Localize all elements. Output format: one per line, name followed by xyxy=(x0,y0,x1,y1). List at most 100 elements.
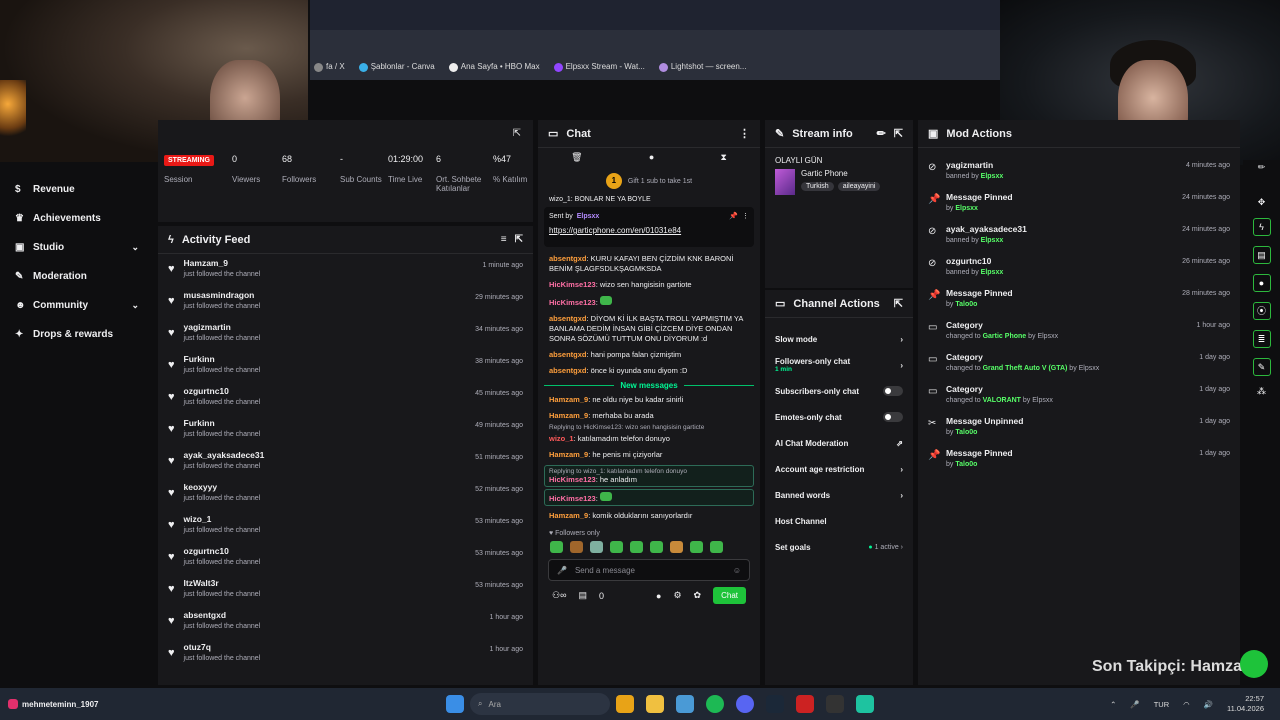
bookmark[interactable]: Ana Sayfa • HBO Max xyxy=(448,62,540,72)
language-indicator[interactable]: TUR xyxy=(1154,700,1169,709)
discord-icon[interactable] xyxy=(736,695,754,713)
activity-item[interactable]: ♥ wizo_1 just followed the channel 53 minut… xyxy=(158,510,533,542)
channel-action-item[interactable]: Slow mode › xyxy=(765,326,913,352)
doc-icon[interactable]: ▤ xyxy=(1252,246,1271,264)
bolt-icon[interactable]: ϟ xyxy=(1252,218,1271,236)
hourglass-icon[interactable]: ⧗ xyxy=(721,152,727,163)
wrench-icon[interactable]: ✎ xyxy=(1252,358,1271,376)
sidebar-item-revenue[interactable]: $ Revenue xyxy=(0,175,155,204)
pin-icon[interactable]: 📌 xyxy=(729,212,738,220)
follower-name[interactable]: otuz7q xyxy=(184,642,261,652)
popout-icon[interactable]: ⇱ xyxy=(515,234,523,245)
gift-banner[interactable]: 1 Gift 1 sub to take 1st xyxy=(538,167,760,195)
add-icon[interactable]: ⁂ xyxy=(1243,386,1280,397)
chrome-icon[interactable] xyxy=(616,695,634,713)
app-icon[interactable] xyxy=(796,695,814,713)
emote-icon[interactable] xyxy=(570,541,583,553)
mod-action-item[interactable]: ▭ Category changed to Grand Theft Auto V (… xyxy=(918,348,1240,380)
edit-icon[interactable]: ✏ xyxy=(1243,162,1280,173)
steam-icon[interactable] xyxy=(766,695,784,713)
mod-action-item[interactable]: 📌 Message Pinned by Talo0o 1 day ago xyxy=(918,444,1240,476)
emote-icon[interactable] xyxy=(670,541,683,553)
chevron-up-icon[interactable]: ⌃ xyxy=(1110,700,1116,709)
chat-send-button[interactable]: Chat xyxy=(713,587,746,604)
filter-icon[interactable]: ≡ xyxy=(501,234,507,245)
popout-icon[interactable]: ⇱ xyxy=(894,127,903,140)
activity-item[interactable]: ♥ keoxyyy just followed the channel 52 minu… xyxy=(158,478,533,510)
follower-name[interactable]: ayak_ayaksadece31 xyxy=(184,450,265,460)
follower-name[interactable]: ozgurtnc10 xyxy=(184,546,261,556)
activity-item[interactable]: ♥ ItzWalt3r just followed the channel 53 mi… xyxy=(158,574,533,606)
broadcast-icon[interactable]: ⦿ xyxy=(1252,302,1271,320)
toggle-switch[interactable] xyxy=(883,386,903,396)
emote-icon[interactable] xyxy=(550,541,563,553)
activity-item[interactable]: ♥ ozgurtnc10 just followed the channel 45 m… xyxy=(158,382,533,414)
toggle-switch[interactable] xyxy=(883,412,903,422)
bookmark[interactable]: Şablonlar - Canva xyxy=(358,62,435,72)
follower-name[interactable]: absentgxd xyxy=(184,610,261,620)
app-icon[interactable] xyxy=(856,695,874,713)
edit-icon[interactable]: ✏ xyxy=(877,127,886,140)
taskbar-search[interactable]: ⌕ Ara xyxy=(470,693,610,715)
wifi-icon[interactable]: ◠ xyxy=(1183,700,1190,709)
channel-action-item[interactable]: Emotes-only chat xyxy=(765,404,913,430)
follower-name[interactable]: ItzWalt3r xyxy=(184,578,261,588)
emote-icon[interactable] xyxy=(710,541,723,553)
reaction-icon[interactable]: ✿ xyxy=(694,590,702,601)
store-icon[interactable]: ▤ xyxy=(578,590,587,601)
mod-action-item[interactable]: ▭ Category changed to VALORANT by Elpsxx 1 … xyxy=(918,380,1240,412)
follower-name[interactable]: yagizmartin xyxy=(184,322,261,332)
channel-action-item[interactable]: Banned words › xyxy=(765,482,913,508)
mic-icon[interactable]: 🎤 xyxy=(1130,700,1139,709)
more-icon[interactable]: ⋮ xyxy=(739,127,750,140)
bookmark[interactable]: fa / X xyxy=(314,62,345,72)
follower-name[interactable]: Hamzam_9 xyxy=(184,258,261,268)
bookmark[interactable]: Elpsxx Stream - Wat... xyxy=(553,62,645,72)
mod-action-item[interactable]: ⊘ ozgurtnc10 banned by Elpsxx 26 minutes ag… xyxy=(918,252,1240,284)
emote-icon[interactable] xyxy=(630,541,643,553)
follower-name[interactable]: keoxyyy xyxy=(184,482,261,492)
folder-icon[interactable] xyxy=(646,695,664,713)
activity-item[interactable]: ♥ otuz7q just followed the channel 1 hour a… xyxy=(158,638,533,670)
sidebar-item-achievements[interactable]: ♛ Achievements xyxy=(0,204,155,233)
mod-action-item[interactable]: 📌 Message Pinned by Talo0o 28 minutes ago xyxy=(918,284,1240,316)
emote-icon[interactable] xyxy=(650,541,663,553)
channel-action-item[interactable]: Host Channel xyxy=(765,508,913,534)
users-icon[interactable]: ⚇∞ xyxy=(552,590,566,601)
chat-input[interactable]: 🎤 Send a message ☺ xyxy=(548,559,750,581)
list-icon[interactable]: ≣ xyxy=(1252,330,1271,348)
activity-item[interactable]: ♥ Hamzam_9 just followed the channel 1 minu… xyxy=(158,254,533,286)
clock[interactable]: 22:57 11.04.2026 xyxy=(1227,694,1264,714)
bubble-icon[interactable]: ● xyxy=(649,152,654,163)
sidebar-item-studio[interactable]: ▣ Studio ⌄ xyxy=(0,233,155,262)
sidebar-item-moderation[interactable]: ✎ Moderation xyxy=(0,262,155,291)
sidebar-item-drops[interactable]: ✦ Drops & rewards xyxy=(0,320,155,349)
volume-icon[interactable]: 🔊 xyxy=(1204,700,1213,709)
channel-action-item[interactable]: AI Chat Moderation ⇗ xyxy=(765,430,913,456)
trash-icon[interactable]: 🗑 xyxy=(571,152,582,163)
channel-action-item[interactable]: Account age restriction › xyxy=(765,456,913,482)
mod-action-item[interactable]: 📌 Message Pinned by Elpsxx 24 minutes ago xyxy=(918,188,1240,220)
windows-start-icon[interactable] xyxy=(446,695,464,713)
follower-name[interactable]: wizo_1 xyxy=(184,514,261,524)
popout-icon[interactable]: ⇱ xyxy=(513,128,521,139)
mod-action-item[interactable]: ▭ Category changed to Gartic Phone by Elps… xyxy=(918,316,1240,348)
activity-item[interactable]: ♥ Furkinn just followed the channel 38 minu… xyxy=(158,350,533,382)
activity-item[interactable]: ♥ ozgurtnc10 just followed the channel 53 m… xyxy=(158,542,533,574)
follower-name[interactable]: Furkinn xyxy=(184,418,261,428)
channel-action-item[interactable]: Set goals ● 1 active › xyxy=(765,534,913,560)
gear-icon[interactable]: ⚙ xyxy=(673,590,681,601)
channel-action-item[interactable]: Subscribers-only chat xyxy=(765,378,913,404)
pinned-link[interactable]: https://garticphone.com/en/01031e84 xyxy=(549,226,749,235)
activity-item[interactable]: ♥ absentgxd just followed the channel 1 hou… xyxy=(158,606,533,638)
activity-item[interactable]: ♥ yagizmartin just followed the channel 34 … xyxy=(158,318,533,350)
popout-icon[interactable]: ⇱ xyxy=(894,297,903,310)
activity-item[interactable]: ♥ musasmindragon just followed the channel… xyxy=(158,286,533,318)
channel-action-item[interactable]: Followers-only chat 1 min › xyxy=(765,352,913,378)
bookmark[interactable]: Lightshot — screen... xyxy=(658,62,746,72)
activity-item[interactable]: ♥ Furkinn just followed the channel 49 minu… xyxy=(158,414,533,446)
mod-action-item[interactable]: ⊘ yagizmartin banned by Elpsxx 4 minutes ag… xyxy=(918,156,1240,188)
tag[interactable]: Turkish xyxy=(801,182,834,191)
bubble-icon[interactable]: ● xyxy=(656,591,661,601)
more-icon[interactable]: ⋮ xyxy=(742,212,749,220)
